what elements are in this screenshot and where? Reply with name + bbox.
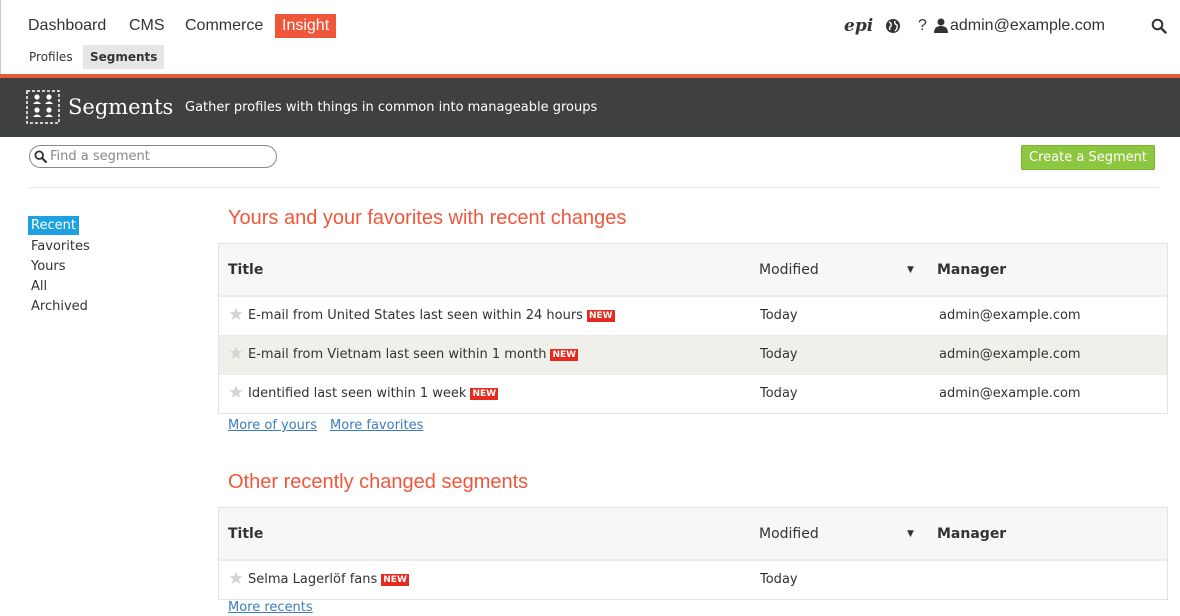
section-title-other: Other recently changed segments xyxy=(228,471,529,493)
nav-commerce[interactable]: Commerce xyxy=(185,14,263,38)
segment-name[interactable]: E-mail from United States last seen with… xyxy=(248,297,615,335)
star-icon[interactable] xyxy=(229,346,243,360)
manager: admin@example.com xyxy=(939,386,1081,401)
epi-logo[interactable]: epi xyxy=(844,14,873,38)
create-segment-button[interactable]: Create a Segment xyxy=(1021,145,1155,170)
star-icon[interactable] xyxy=(229,307,243,321)
section-title-yours: Yours and your favorites with recent cha… xyxy=(228,207,627,229)
column-manager[interactable]: Manager xyxy=(937,508,1006,560)
help-icon[interactable]: ? xyxy=(918,14,927,38)
more-recents-link[interactable]: More recents xyxy=(228,600,313,615)
segments-table-other: Title Modified ▼ Manager Selma Lagerlöf … xyxy=(218,507,1168,600)
search-input[interactable] xyxy=(50,147,270,166)
table-header: Title Modified ▼ Manager xyxy=(219,244,1167,296)
column-modified[interactable]: Modified xyxy=(759,508,819,560)
sidebar-item-favorites[interactable]: Favorites xyxy=(28,237,149,257)
segment-name[interactable]: Identified last seen within 1 week NEW xyxy=(248,375,499,413)
divider xyxy=(29,187,1159,188)
star-icon[interactable] xyxy=(229,385,243,399)
sidebar-item-recent[interactable]: Recent xyxy=(28,216,79,235)
sidebar-item-yours[interactable]: Yours xyxy=(28,257,149,277)
search-icon[interactable] xyxy=(1151,18,1167,34)
segment-name[interactable]: Selma Lagerlöf fans NEW xyxy=(248,561,409,599)
segments-table-yours: Title Modified ▼ Manager E-mail from Uni… xyxy=(218,243,1168,414)
nav-dashboard[interactable]: Dashboard xyxy=(28,14,106,38)
section-links-other: More recents xyxy=(228,599,326,616)
more-of-yours-link[interactable]: More of yours xyxy=(228,418,317,433)
column-title[interactable]: Title xyxy=(228,508,263,560)
star-icon[interactable] xyxy=(229,571,243,585)
page-title: Segments xyxy=(68,95,174,119)
column-title[interactable]: Title xyxy=(228,244,263,296)
page-banner: Segments Gather profiles with things in … xyxy=(0,78,1180,137)
new-badge: NEW xyxy=(586,310,615,322)
segment-name[interactable]: E-mail from Vietnam last seen within 1 m… xyxy=(248,336,579,374)
subtab-profiles[interactable]: Profiles xyxy=(22,45,80,69)
modified-date: Today xyxy=(760,308,798,323)
user-menu[interactable]: admin@example.com xyxy=(950,14,1105,38)
nav-insight[interactable]: Insight xyxy=(275,14,337,38)
new-badge: NEW xyxy=(550,349,579,361)
top-navigation: Dashboard CMS Commerce Insight Profiles … xyxy=(0,0,1180,74)
more-favorites-link[interactable]: More favorites xyxy=(330,418,423,433)
user-icon xyxy=(934,18,948,33)
table-header: Title Modified ▼ Manager xyxy=(219,508,1167,560)
sort-down-icon[interactable]: ▼ xyxy=(907,508,914,560)
segment-search[interactable] xyxy=(29,145,277,168)
sort-down-icon[interactable]: ▼ xyxy=(907,244,914,296)
manager: admin@example.com xyxy=(939,308,1081,323)
sidebar-item-all[interactable]: All xyxy=(28,277,149,297)
page-subtitle: Gather profiles with things in common in… xyxy=(185,100,598,115)
modified-date: Today xyxy=(760,386,798,401)
nav-cms[interactable]: CMS xyxy=(129,14,165,38)
globe-icon[interactable] xyxy=(885,18,901,34)
table-row[interactable]: Selma Lagerlöf fans NEW Today xyxy=(219,560,1167,599)
manager: admin@example.com xyxy=(939,347,1081,362)
modified-date: Today xyxy=(760,572,798,587)
search-icon xyxy=(34,150,47,163)
table-row[interactable]: E-mail from United States last seen with… xyxy=(219,296,1167,335)
table-row[interactable]: Identified last seen within 1 week NEW To… xyxy=(219,374,1167,413)
subtab-segments[interactable]: Segments xyxy=(83,45,165,69)
new-badge: NEW xyxy=(381,574,409,586)
section-links-yours: More of yours More favorites xyxy=(228,417,436,435)
column-manager[interactable]: Manager xyxy=(937,244,1006,296)
segment-filter-sidebar: Recent Favorites Yours All Archived xyxy=(28,214,149,317)
sidebar-item-archived[interactable]: Archived xyxy=(28,297,149,317)
modified-date: Today xyxy=(760,347,798,362)
column-modified[interactable]: Modified xyxy=(759,244,819,296)
segments-icon xyxy=(26,90,60,124)
new-badge: NEW xyxy=(470,388,499,400)
table-row[interactable]: E-mail from Vietnam last seen within 1 m… xyxy=(219,335,1167,374)
